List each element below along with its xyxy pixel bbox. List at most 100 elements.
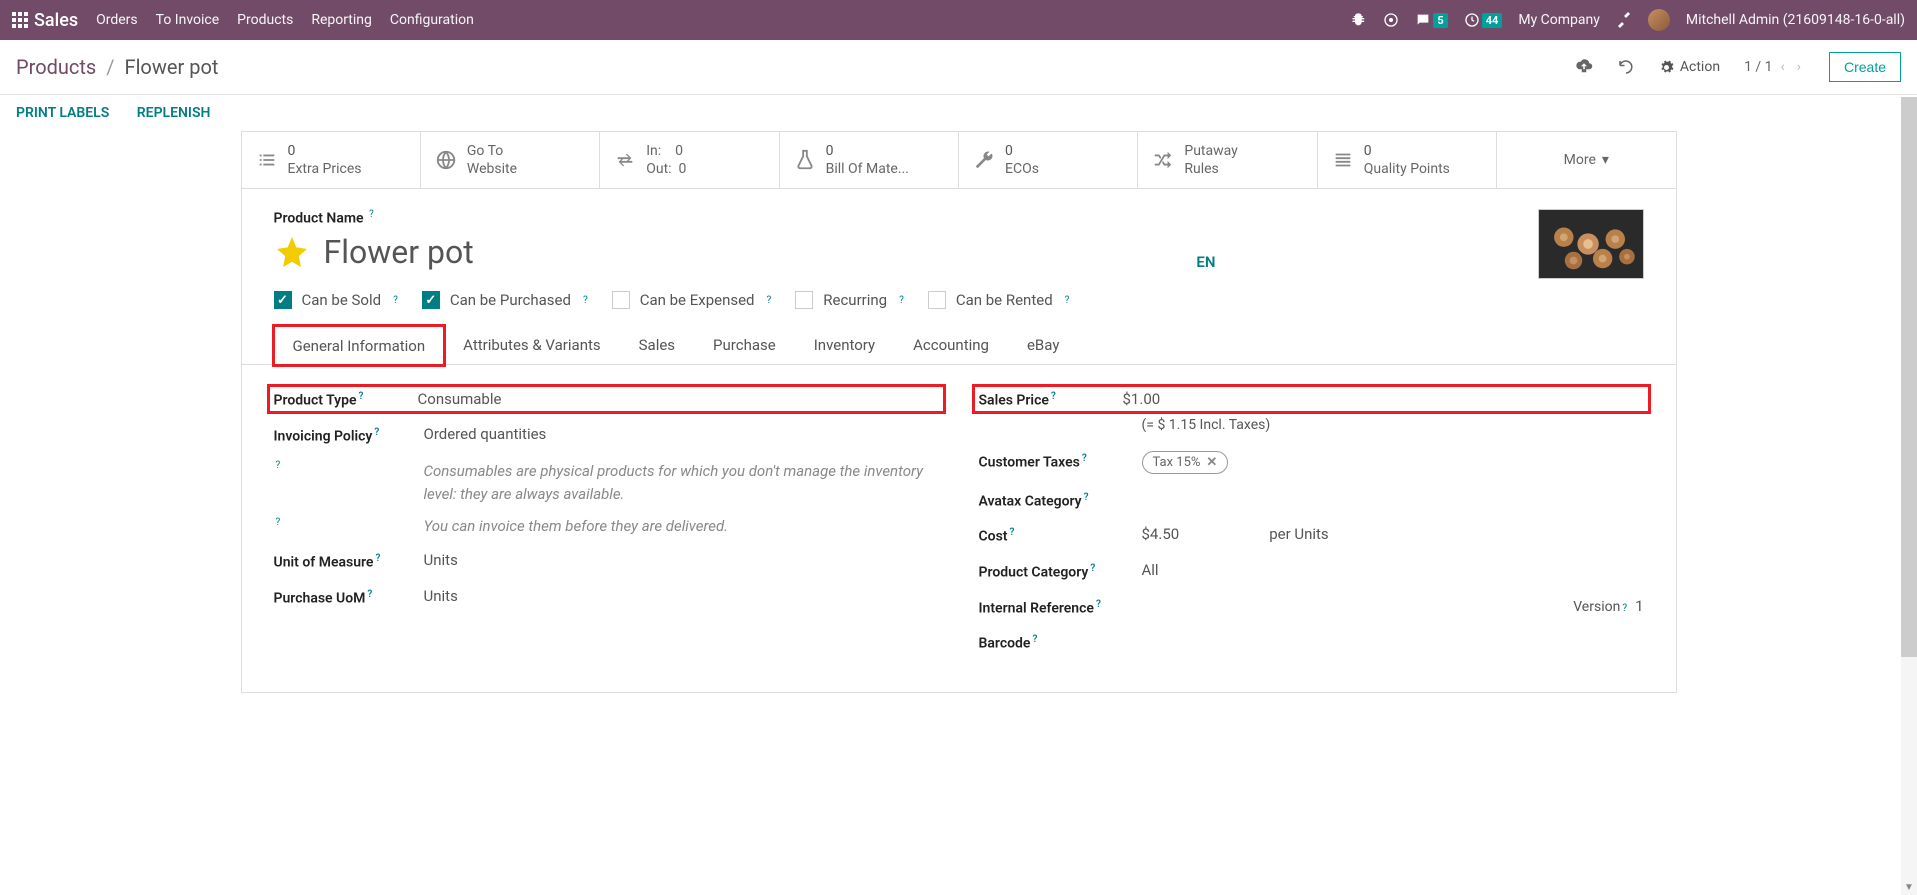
activities-button[interactable]: 44 xyxy=(1464,12,1503,28)
messages-button[interactable]: 5 xyxy=(1415,12,1447,28)
shuffle-icon xyxy=(1152,149,1174,171)
activities-badge: 44 xyxy=(1482,13,1503,28)
stat-in-out[interactable]: In: 0 Out: 0 xyxy=(600,132,779,188)
product-category-value[interactable]: All xyxy=(1142,561,1644,579)
product-image[interactable] xyxy=(1538,209,1644,279)
tab-accounting[interactable]: Accounting xyxy=(894,325,1008,364)
pager: 1 / 1 ‹ › xyxy=(1744,59,1805,75)
uom-field: Unit of Measure? Units xyxy=(274,551,939,571)
uom-value[interactable]: Units xyxy=(424,551,939,569)
tab-ebay[interactable]: eBay xyxy=(1008,325,1078,364)
cloud-upload-icon[interactable] xyxy=(1575,58,1593,76)
stat-quality-points[interactable]: 0Quality Points xyxy=(1318,132,1497,188)
tax-tag-remove-icon[interactable]: ✕ xyxy=(1206,455,1217,470)
stat-more-button[interactable]: More ▾ xyxy=(1497,132,1675,188)
undo-icon[interactable] xyxy=(1617,58,1635,76)
product-name-label: Product Name xyxy=(274,211,364,227)
tab-purchase[interactable]: Purchase xyxy=(694,325,795,364)
list-icon xyxy=(1332,149,1354,171)
action-dropdown[interactable]: Action xyxy=(1659,59,1720,75)
check-can-be-expensed[interactable]: Can be Expensed? xyxy=(612,291,772,309)
help-icon[interactable]: ? xyxy=(1096,599,1101,610)
breadcrumb-products[interactable]: Products xyxy=(16,55,96,79)
favorite-star-icon[interactable] xyxy=(274,234,310,270)
user-name[interactable]: Mitchell Admin (21609148-16-0-all) xyxy=(1686,12,1905,28)
nav-products[interactable]: Products xyxy=(237,12,293,28)
nav-reporting[interactable]: Reporting xyxy=(311,12,372,28)
stat-ecos[interactable]: 0ECOs xyxy=(959,132,1138,188)
language-badge[interactable]: EN xyxy=(1196,253,1215,271)
company-switcher[interactable]: My Company xyxy=(1518,12,1600,28)
pager-next[interactable]: › xyxy=(1793,59,1805,75)
tab-sales[interactable]: Sales xyxy=(620,325,694,364)
vertical-scrollbar[interactable]: ▼ xyxy=(1901,97,1917,895)
stat-bom[interactable]: 0Bill Of Mate... xyxy=(780,132,959,188)
scrollbar-thumb[interactable] xyxy=(1901,97,1917,657)
purchase-uom-value[interactable]: Units xyxy=(424,587,939,605)
pager-text[interactable]: 1 / 1 xyxy=(1744,59,1772,75)
flask-icon xyxy=(794,149,816,171)
help-icon[interactable]: ? xyxy=(367,589,372,600)
check-can-be-purchased[interactable]: Can be Purchased? xyxy=(422,291,588,309)
cost-value[interactable]: $4.50 xyxy=(1142,525,1180,543)
clock-icon xyxy=(1464,12,1480,28)
help-icon[interactable]: ? xyxy=(276,517,281,528)
product-name-value[interactable]: Flower pot xyxy=(324,233,474,271)
user-avatar[interactable] xyxy=(1648,9,1670,31)
right-column: Sales Price? $1.00 (= $ 1.15 Incl. Taxes… xyxy=(979,389,1644,668)
help-icon[interactable]: ? xyxy=(1051,391,1056,402)
control-bar: Products / Flower pot Action 1 / 1 ‹ › C… xyxy=(0,40,1917,95)
pager-prev[interactable]: ‹ xyxy=(1777,59,1789,75)
nav-orders[interactable]: Orders xyxy=(96,12,138,28)
tab-general-information[interactable]: General Information xyxy=(274,326,445,365)
create-button[interactable]: Create xyxy=(1829,52,1901,82)
help-icon[interactable]: ? xyxy=(374,427,379,438)
help-icon[interactable]: ? xyxy=(375,553,380,564)
version-value[interactable]: 1 xyxy=(1635,597,1643,615)
help-icon[interactable]: ? xyxy=(583,295,588,306)
check-can-be-sold[interactable]: Can be Sold? xyxy=(274,291,398,309)
purchase-uom-field: Purchase UoM? Units xyxy=(274,587,939,607)
tab-inventory[interactable]: Inventory xyxy=(795,325,894,364)
replenish-button[interactable]: REPLENISH xyxy=(137,105,211,121)
nav-to-invoice[interactable]: To Invoice xyxy=(156,12,220,28)
help-icon[interactable]: ? xyxy=(1065,295,1070,306)
help-icon[interactable]: ? xyxy=(1082,453,1087,464)
print-labels-button[interactable]: PRINT LABELS xyxy=(16,105,109,121)
list-icon xyxy=(256,149,278,171)
help-icon[interactable]: ? xyxy=(393,295,398,306)
product-type-value[interactable]: Consumable xyxy=(418,390,939,408)
breadcrumb-current: Flower pot xyxy=(125,55,219,79)
sales-price-value[interactable]: $1.00 xyxy=(1123,390,1644,408)
bug-icon[interactable] xyxy=(1351,12,1367,28)
invoicing-policy-value[interactable]: Ordered quantities xyxy=(424,425,939,443)
version-field: Version? 1 xyxy=(1573,597,1643,615)
stat-putaway[interactable]: Putaway Rules xyxy=(1138,132,1317,188)
apps-menu-button[interactable]: Sales xyxy=(12,10,78,31)
nav-configuration[interactable]: Configuration xyxy=(390,12,474,28)
transfer-icon xyxy=(614,149,636,171)
help-icon[interactable]: ? xyxy=(899,295,904,306)
general-info-panel: Product Type? Consumable Invoicing Polic… xyxy=(242,365,1676,692)
check-can-be-rented[interactable]: Can be Rented? xyxy=(928,291,1070,309)
help-icon[interactable]: ? xyxy=(369,209,374,220)
tab-attributes-variants[interactable]: Attributes & Variants xyxy=(444,325,619,364)
help-icon[interactable]: ? xyxy=(1622,603,1627,614)
help-icon[interactable]: ? xyxy=(1084,492,1089,503)
help-icon[interactable]: ? xyxy=(767,295,772,306)
help-icon[interactable]: ? xyxy=(359,391,364,402)
support-icon[interactable] xyxy=(1383,12,1399,28)
help-icon[interactable]: ? xyxy=(1009,527,1014,538)
scroll-down-icon[interactable]: ▼ xyxy=(1901,879,1917,895)
chat-icon xyxy=(1415,12,1431,28)
help-icon[interactable]: ? xyxy=(276,460,281,471)
tools-icon[interactable] xyxy=(1616,12,1632,28)
checkbox-icon xyxy=(928,291,946,309)
check-recurring[interactable]: Recurring? xyxy=(795,291,904,309)
stat-go-to-website[interactable]: Go To Website xyxy=(421,132,600,188)
help-icon[interactable]: ? xyxy=(1090,563,1095,574)
stat-extra-prices[interactable]: 0Extra Prices xyxy=(242,132,421,188)
tax-tag[interactable]: Tax 15% ✕ xyxy=(1142,451,1229,474)
top-navbar: Sales Orders To Invoice Products Reporti… xyxy=(0,0,1917,40)
help-icon[interactable]: ? xyxy=(1032,634,1037,645)
